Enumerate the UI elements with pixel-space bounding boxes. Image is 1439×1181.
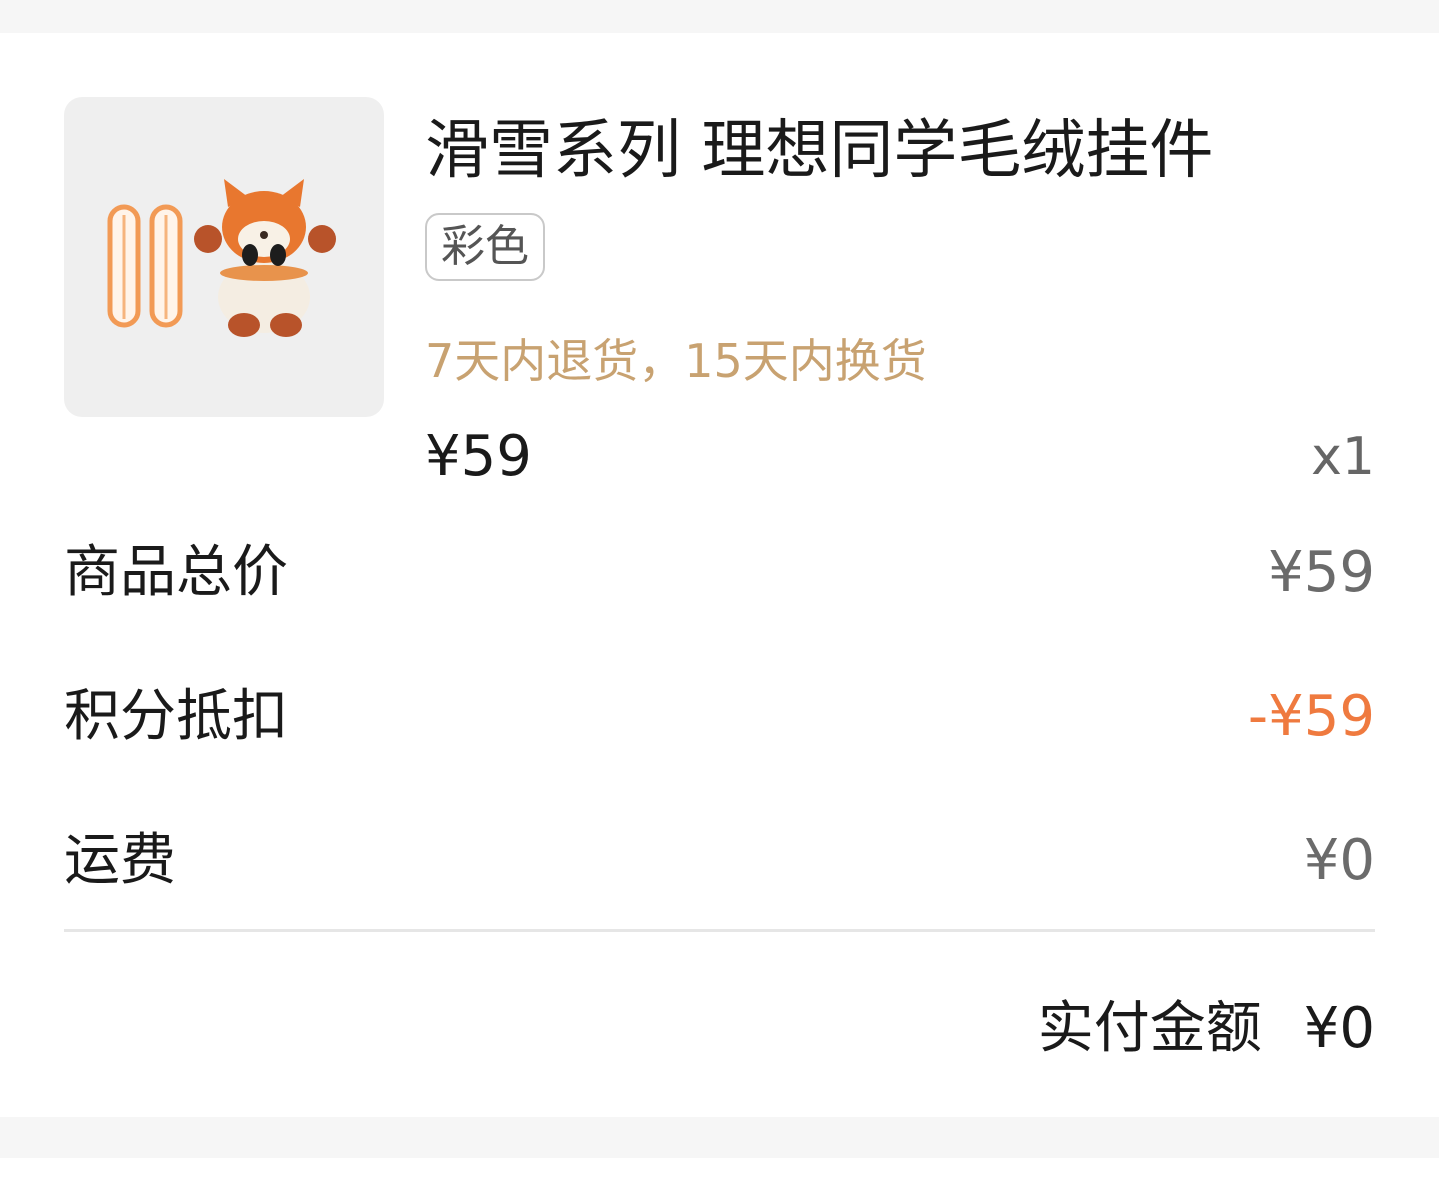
subtotal-label: 商品总价 bbox=[64, 540, 288, 605]
points-deduction-label: 积分抵扣 bbox=[64, 684, 288, 749]
total-paid: 实付金额 ¥0 bbox=[1038, 997, 1375, 1061]
total-paid-value: ¥0 bbox=[1303, 996, 1375, 1061]
shipping-value: ¥0 bbox=[1303, 828, 1375, 893]
total-paid-label: 实付金额 bbox=[1037, 996, 1262, 1061]
product-title[interactable]: 滑雪系列 理想同学毛绒挂件 bbox=[425, 115, 1213, 187]
points-deduction-value: -¥59 bbox=[1247, 684, 1375, 749]
shipping-label: 运费 bbox=[64, 828, 176, 893]
unit-price: ¥59 bbox=[425, 424, 532, 489]
variant-tag: 彩色 bbox=[425, 213, 545, 281]
order-item-card: 滑雪系列 理想同学毛绒挂件 彩色 7天内退货，15天内换货 ¥59 x1 商品总… bbox=[0, 33, 1439, 1117]
plush-fox-icon bbox=[107, 179, 336, 337]
bottom-strip bbox=[0, 1158, 1439, 1181]
subtotal-value: ¥59 bbox=[1268, 540, 1375, 605]
product-image[interactable] bbox=[64, 97, 384, 417]
divider bbox=[64, 929, 1375, 932]
return-policy-text: 7天内退货，15天内换货 bbox=[425, 334, 927, 388]
quantity: x1 bbox=[1311, 427, 1375, 487]
